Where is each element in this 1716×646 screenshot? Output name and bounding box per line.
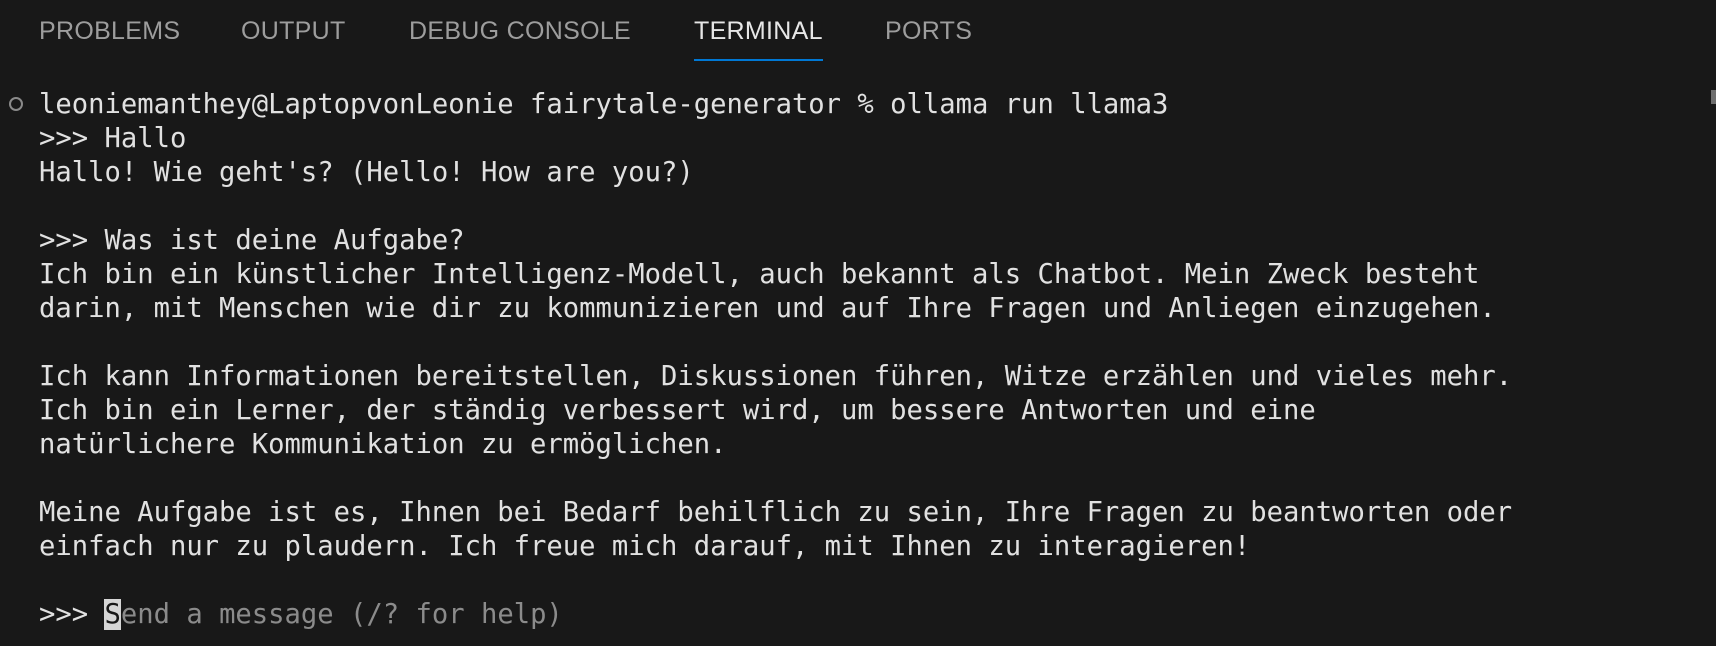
tab-output[interactable]: OUTPUT [241,0,346,62]
terminal-line: >>> Was ist deine Aufgabe? [39,225,465,256]
tab-debug-console[interactable]: DEBUG CONSOLE [409,0,631,62]
terminal-line: einfach nur zu plaudern. Ich freue mich … [39,531,1251,562]
panel-tab-bar: PROBLEMS OUTPUT DEBUG CONSOLE TERMINAL P… [0,0,1716,62]
tab-ports[interactable]: PORTS [885,0,972,62]
terminal-line: darin, mit Menschen wie dir zu kommunizi… [39,293,1496,324]
scrollbar-marker[interactable] [1711,90,1716,104]
terminal-line: Meine Aufgabe ist es, Ihnen bei Bedarf b… [39,497,1513,528]
command-status-icon [9,97,23,111]
tab-terminal[interactable]: TERMINAL [694,0,823,62]
terminal-line: natürlichere Kommunikation zu ermögliche… [39,429,727,460]
terminal-line: >>> Hallo [39,123,187,154]
terminal-line: Ich kann Informationen bereitstellen, Di… [39,361,1513,392]
terminal-line: Ich bin ein künstlicher Intelligenz-Mode… [39,259,1480,290]
prompt-prefix: >>> [39,599,105,630]
message-input-placeholder: end a message (/? for help) [120,599,563,630]
terminal-line: Hallo! Wie geht's? (Hello! How are you?) [39,157,694,188]
text-cursor: S [104,599,121,630]
terminal-line: leoniemanthey@LaptopvonLeonie fairytale-… [39,89,1169,120]
terminal-input-prompt[interactable]: >>> Send a message (/? for help) [39,598,563,632]
terminal-line: Ich bin ein Lerner, der ständig verbesse… [39,395,1316,426]
terminal-panel: PROBLEMS OUTPUT DEBUG CONSOLE TERMINAL P… [0,0,1716,646]
tab-problems[interactable]: PROBLEMS [39,0,180,62]
